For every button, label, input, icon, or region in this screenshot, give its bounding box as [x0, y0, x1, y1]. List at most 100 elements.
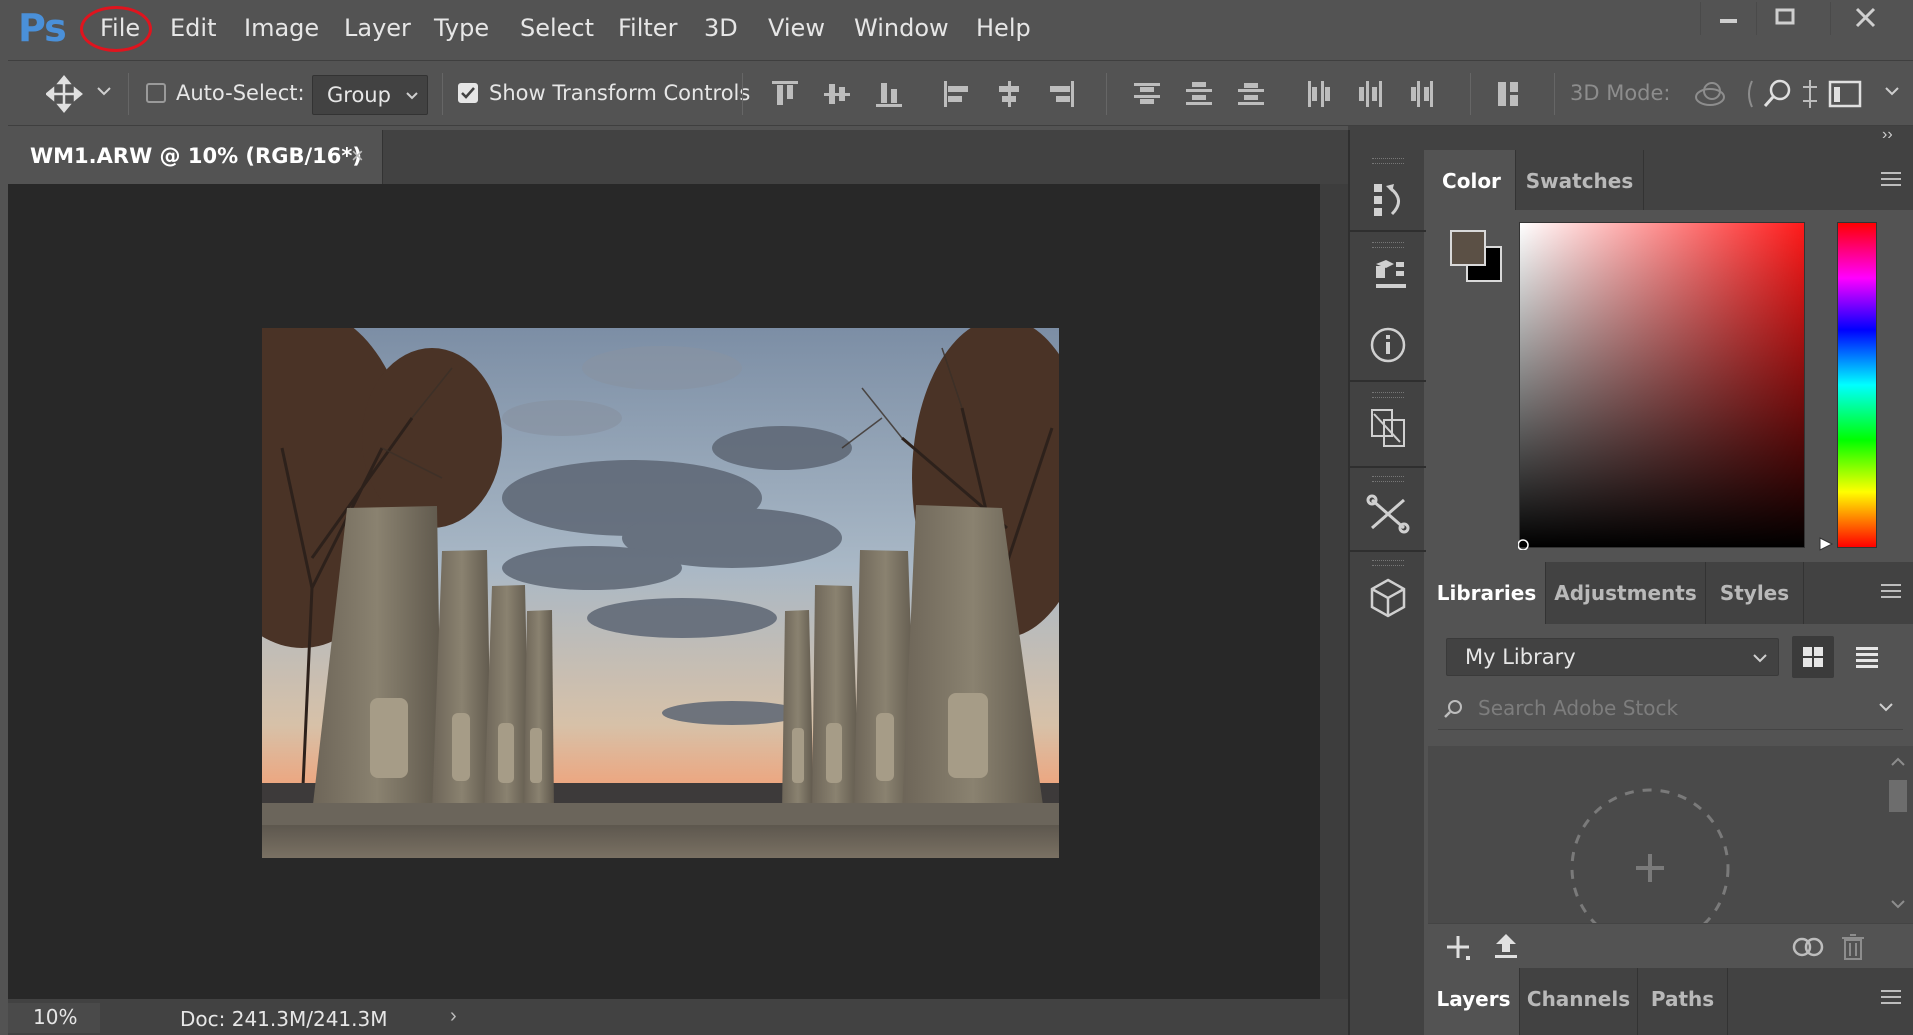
- panel-menu-icon[interactable]: [1881, 584, 1901, 598]
- show-transform-label: Show Transform Controls: [489, 81, 751, 105]
- adobe-stock-search[interactable]: Search Adobe Stock: [1438, 686, 1903, 730]
- library-scrollbar[interactable]: [1882, 746, 1913, 923]
- menu-help[interactable]: Help: [976, 14, 1031, 42]
- color-panel-tabbar: Color Swatches: [1428, 150, 1913, 210]
- workspace-switcher-icon[interactable]: [1828, 79, 1862, 109]
- panel-menu-icon[interactable]: [1881, 172, 1901, 186]
- menu-window[interactable]: Window: [854, 14, 949, 42]
- tool-presets-icon[interactable]: [1354, 486, 1422, 552]
- chevron-down-icon: [406, 92, 418, 100]
- distribute-horizontal-center-icon[interactable]: [1356, 79, 1386, 109]
- list-view-button[interactable]: [1846, 636, 1888, 678]
- show-transform-checkbox[interactable]: [458, 83, 478, 103]
- 3d-cube-icon[interactable]: [1354, 570, 1422, 636]
- scroll-down-icon[interactable]: [1890, 898, 1906, 910]
- library-select-value: My Library: [1465, 645, 1576, 669]
- menu-filter[interactable]: Filter: [618, 14, 677, 42]
- document-photo: [262, 328, 1059, 858]
- align-left-icon[interactable]: [942, 79, 972, 109]
- scroll-thumb[interactable]: [1889, 780, 1907, 812]
- menu-edit[interactable]: Edit: [170, 14, 216, 42]
- info-icon[interactable]: [1354, 315, 1422, 381]
- clone-source-icon[interactable]: [1354, 402, 1422, 468]
- collapse-right-icon[interactable]: ››: [1882, 126, 1893, 144]
- photoshop-logo: Ps: [18, 6, 67, 50]
- menu-view[interactable]: View: [768, 14, 825, 42]
- color-picker-field[interactable]: [1519, 222, 1805, 548]
- tab-color[interactable]: Color: [1428, 150, 1516, 210]
- zoom-level-field[interactable]: 10%: [8, 1003, 100, 1033]
- libraries-panel-tabbar: Libraries Adjustments Styles: [1428, 562, 1913, 624]
- maximize-button[interactable]: [1756, 2, 1811, 35]
- right-panel-dock: Color Swatches Libraries Adjustments Sty…: [1428, 150, 1913, 1035]
- options-bar: Auto-Select: Group Show Transform Contro…: [8, 60, 1913, 126]
- tab-libraries[interactable]: Libraries: [1428, 562, 1546, 624]
- properties-panel-icon[interactable]: [1354, 252, 1422, 318]
- distribute-right-icon[interactable]: [1408, 79, 1438, 109]
- tab-swatches[interactable]: Swatches: [1516, 150, 1644, 210]
- distribute-vertical-center-icon[interactable]: [1184, 79, 1214, 109]
- document-area: WM1.ARW @ 10% (RGB/16*) × 10% Doc: 241.3…: [8, 130, 1356, 1035]
- document-size-info: Doc: 241.3M/241.3M: [180, 1007, 388, 1031]
- status-bar: 10% Doc: 241.3M/241.3M ›: [8, 999, 1348, 1035]
- 3d-slide-icon[interactable]: [1798, 77, 1822, 111]
- color-field-marker: [1518, 539, 1529, 550]
- 3d-orbit-icon[interactable]: [1692, 77, 1732, 111]
- chevron-down-icon: [1753, 654, 1767, 663]
- menu-type[interactable]: Type: [434, 14, 489, 42]
- align-top-icon[interactable]: [770, 79, 800, 109]
- grid-view-button[interactable]: [1792, 636, 1834, 678]
- close-window-button[interactable]: [1830, 2, 1900, 35]
- distribute-top-icon[interactable]: [1132, 79, 1162, 109]
- panel-collapse-strip: ‹‹ ››: [1348, 126, 1913, 150]
- scroll-up-icon[interactable]: [1890, 756, 1906, 768]
- tab-adjustments[interactable]: Adjustments: [1546, 562, 1706, 624]
- status-menu-arrow[interactable]: ›: [450, 1005, 457, 1028]
- align-vertical-center-icon[interactable]: [822, 79, 852, 109]
- stock-search-placeholder: Search Adobe Stock: [1478, 696, 1679, 720]
- align-right-icon[interactable]: [1046, 79, 1076, 109]
- auto-select-group-dropdown[interactable]: Group: [312, 75, 428, 115]
- menu-file[interactable]: File: [100, 14, 140, 42]
- library-select-dropdown[interactable]: My Library: [1446, 638, 1779, 676]
- tool-preset-chevron-icon[interactable]: [96, 85, 112, 97]
- add-content-placeholder[interactable]: [1552, 768, 1752, 928]
- chevron-down-icon[interactable]: [1878, 702, 1894, 714]
- tab-paths[interactable]: Paths: [1638, 968, 1728, 1035]
- tab-layers[interactable]: Layers: [1428, 968, 1520, 1035]
- workspace-chevron-icon[interactable]: [1884, 85, 1900, 97]
- upload-icon[interactable]: [1492, 932, 1520, 962]
- auto-align-layers-icon[interactable]: [1494, 79, 1524, 109]
- distribute-bottom-icon[interactable]: [1236, 79, 1266, 109]
- search-icon[interactable]: [1760, 77, 1794, 111]
- menu-bar: Ps File Edit Image Layer Type Select Fil…: [0, 0, 1913, 57]
- align-bottom-icon[interactable]: [874, 79, 904, 109]
- close-tab-icon[interactable]: ×: [351, 143, 364, 169]
- foreground-color-swatch[interactable]: [1450, 230, 1486, 266]
- 3d-roll-icon[interactable]: [1744, 77, 1760, 111]
- creative-cloud-icon[interactable]: [1790, 934, 1826, 960]
- add-icon[interactable]: [1446, 934, 1474, 962]
- hue-slider[interactable]: [1837, 222, 1877, 548]
- panel-menu-icon[interactable]: [1881, 990, 1901, 1004]
- move-tool-icon[interactable]: [46, 75, 90, 113]
- auto-select-checkbox[interactable]: [146, 83, 166, 103]
- menu-3d[interactable]: 3D: [704, 14, 738, 42]
- minimize-button[interactable]: [1700, 2, 1755, 35]
- layers-panel-tabbar: Layers Channels Paths: [1428, 968, 1913, 1035]
- auto-select-label: Auto-Select:: [176, 81, 305, 105]
- menu-select[interactable]: Select: [520, 14, 594, 42]
- align-horizontal-center-icon[interactable]: [994, 79, 1024, 109]
- document-tab-strip: WM1.ARW @ 10% (RGB/16*) ×: [8, 130, 1348, 184]
- menu-image[interactable]: Image: [244, 14, 319, 42]
- 3d-mode-label: 3D Mode:: [1570, 81, 1671, 105]
- tab-styles[interactable]: Styles: [1706, 562, 1804, 624]
- distribute-left-icon[interactable]: [1304, 79, 1334, 109]
- canvas-area[interactable]: [8, 184, 1320, 999]
- document-tab[interactable]: WM1.ARW @ 10% (RGB/16*) ×: [8, 130, 383, 184]
- menu-layer[interactable]: Layer: [344, 14, 411, 42]
- trash-icon[interactable]: [1840, 932, 1866, 962]
- hue-slider-handle[interactable]: [1818, 536, 1834, 552]
- tab-channels[interactable]: Channels: [1520, 968, 1638, 1035]
- search-icon: [1444, 700, 1462, 718]
